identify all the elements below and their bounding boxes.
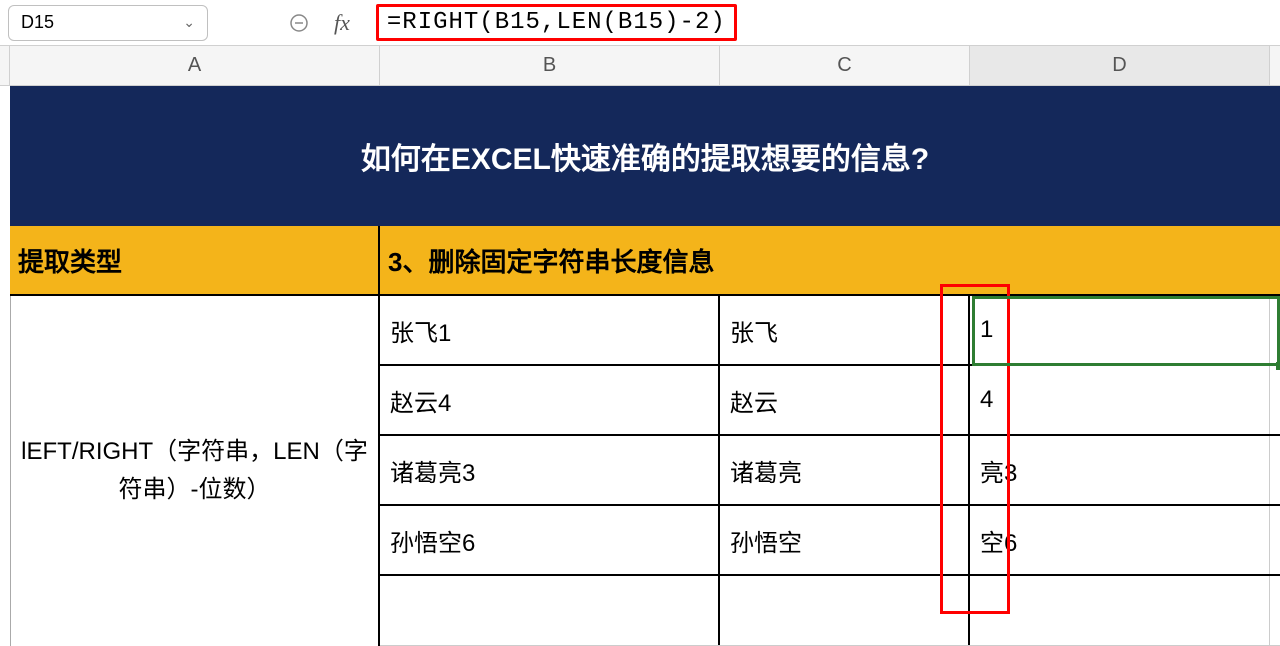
cell-b[interactable]: 诸葛亮3 xyxy=(380,436,720,504)
cell-d[interactable]: 亮3 xyxy=(970,436,1270,504)
merged-description-cell[interactable]: lEFT/RIGHT（字符串，LEN（字符串）-位数） xyxy=(10,296,380,646)
spreadsheet-grid[interactable]: 如何在EXCEL快速准确的提取想要的信息? 提取类型 3、删除固定字符串长度信息… xyxy=(0,86,1280,646)
cell-c[interactable]: 诸葛亮 xyxy=(720,436,970,504)
cell-d[interactable]: 空6 xyxy=(970,506,1270,574)
cell-b[interactable]: 赵云4 xyxy=(380,366,720,434)
cell-d[interactable]: 4 xyxy=(970,366,1270,434)
cell-b[interactable] xyxy=(380,576,720,645)
table-row: 诸葛亮3 诸葛亮 亮3 xyxy=(380,436,1280,506)
title-row[interactable]: 如何在EXCEL快速准确的提取想要的信息? xyxy=(10,86,1280,226)
cell-c[interactable] xyxy=(720,576,970,645)
table-row xyxy=(380,576,1280,646)
header-type[interactable]: 提取类型 xyxy=(10,226,380,294)
chevron-down-icon[interactable]: ⌄ xyxy=(183,14,195,31)
data-area: lEFT/RIGHT（字符串，LEN（字符串）-位数） 张飞1 张飞 1 赵云4… xyxy=(10,296,1280,646)
cell-c[interactable]: 赵云 xyxy=(720,366,970,434)
cell-c[interactable]: 张飞 xyxy=(720,296,970,364)
table-row: 孙悟空6 孙悟空 空6 xyxy=(380,506,1280,576)
col-header-d[interactable]: D xyxy=(970,46,1270,85)
section-header-row: 提取类型 3、删除固定字符串长度信息 xyxy=(10,226,1280,296)
cell-d[interactable]: 1 xyxy=(970,296,1270,364)
cell-b[interactable]: 孙悟空6 xyxy=(380,506,720,574)
formula-text: =RIGHT(B15,LEN(B15)-2) xyxy=(376,4,737,41)
table-row: 张飞1 张飞 1 xyxy=(380,296,1280,366)
col-header-b[interactable]: B xyxy=(380,46,720,85)
fill-handle[interactable] xyxy=(1276,362,1280,370)
column-headers: A B C D xyxy=(0,46,1280,86)
cancel-icon[interactable] xyxy=(286,10,312,36)
fx-icon[interactable]: fx xyxy=(334,10,350,36)
table-row: 赵云4 赵云 4 xyxy=(380,366,1280,436)
name-box[interactable]: D15 ⌄ xyxy=(8,5,208,41)
cell-d[interactable] xyxy=(970,576,1270,645)
name-box-value: D15 xyxy=(21,12,54,33)
cell-c[interactable]: 孙悟空 xyxy=(720,506,970,574)
title-text: 如何在EXCEL快速准确的提取想要的信息? xyxy=(361,134,929,178)
col-header-c[interactable]: C xyxy=(720,46,970,85)
cell-b[interactable]: 张飞1 xyxy=(380,296,720,364)
col-header-a[interactable]: A xyxy=(10,46,380,85)
formula-input[interactable]: =RIGHT(B15,LEN(B15)-2) xyxy=(376,3,1272,43)
formula-bar: D15 ⌄ fx =RIGHT(B15,LEN(B15)-2) xyxy=(0,0,1280,46)
header-section[interactable]: 3、删除固定字符串长度信息 xyxy=(380,226,1280,294)
